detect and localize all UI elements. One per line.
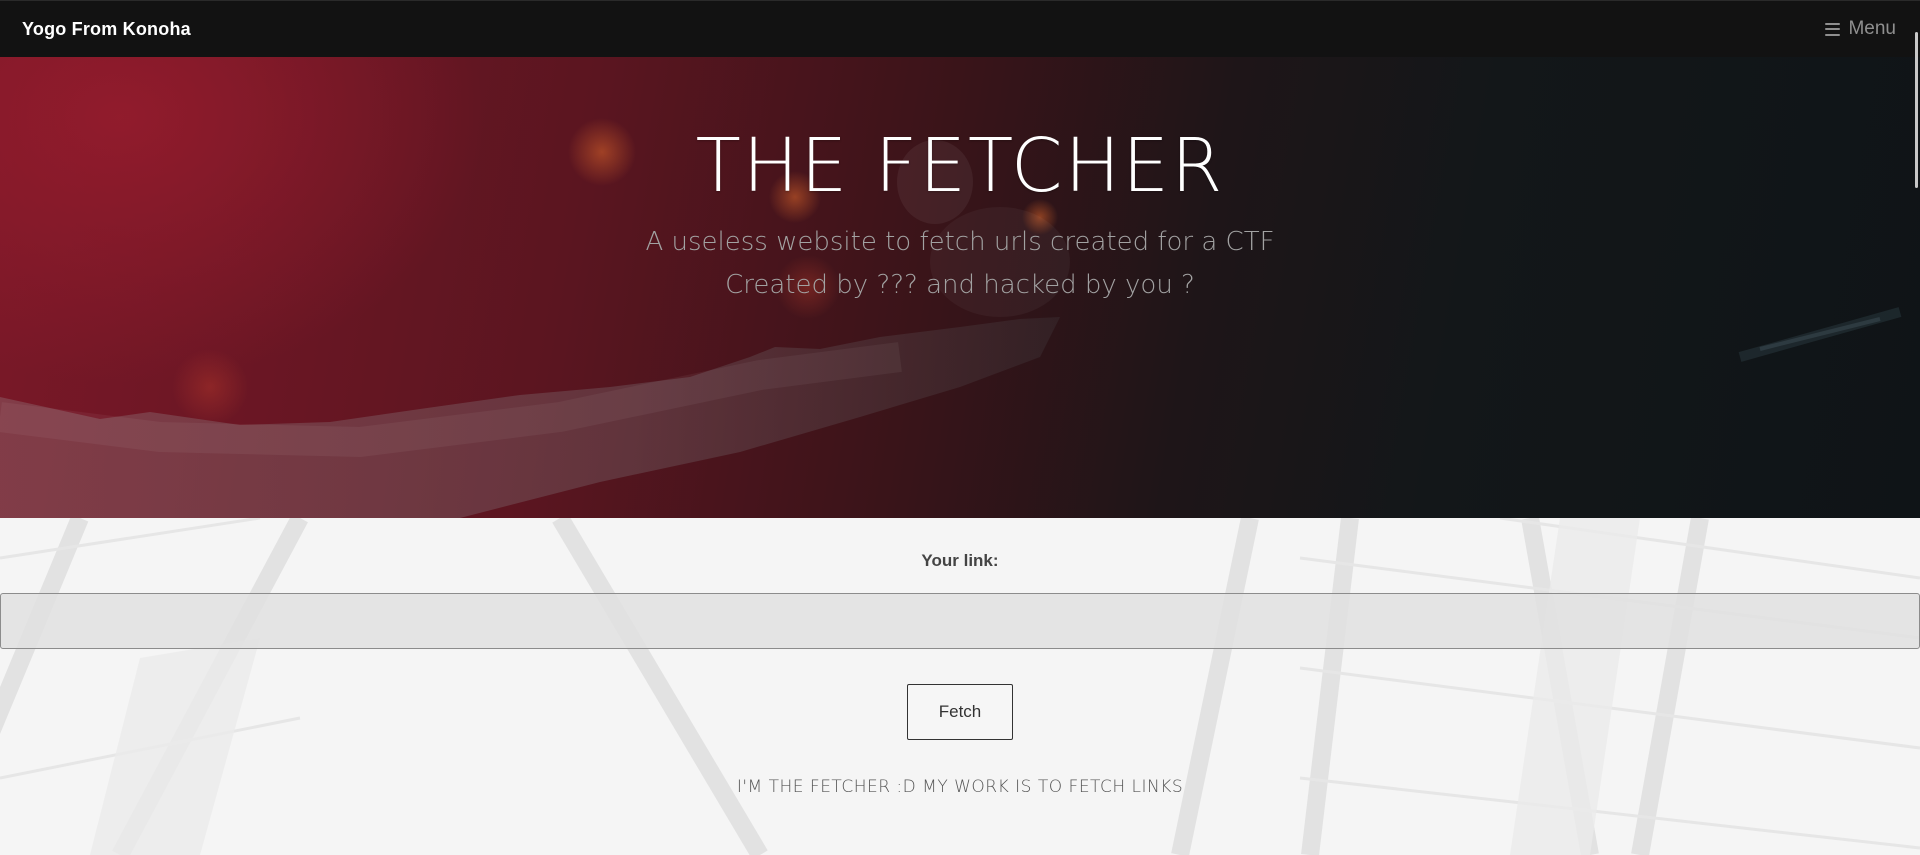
page-title: THE FETCHER bbox=[695, 123, 1225, 209]
link-input[interactable] bbox=[0, 593, 1920, 649]
hero-content: THE FETCHER A useless website to fetch u… bbox=[0, 57, 1920, 518]
scrollbar[interactable] bbox=[1912, 0, 1920, 855]
menu-label: Menu bbox=[1848, 18, 1896, 39]
hero-banner: THE FETCHER A useless website to fetch u… bbox=[0, 57, 1920, 518]
fetch-form-section: Your link: Fetch I'M THE FETCHER :D MY W… bbox=[0, 518, 1920, 855]
tagline: I'M THE FETCHER :D MY WORK IS TO FETCH L… bbox=[736, 777, 1184, 797]
hero-subtitle-line2: Created by ??? and hacked by you ? bbox=[725, 270, 1195, 300]
fetch-button[interactable]: Fetch bbox=[907, 684, 1013, 740]
top-navbar: Yogo From Konoha Menu bbox=[0, 0, 1920, 57]
link-field-label: Your link: bbox=[921, 551, 999, 570]
hero-subtitle-line1: A useless website to fetch urls created … bbox=[645, 227, 1275, 257]
brand-link[interactable]: Yogo From Konoha bbox=[22, 19, 191, 40]
menu-toggle-button[interactable]: Menu bbox=[1825, 18, 1896, 40]
hamburger-icon bbox=[1825, 22, 1841, 36]
scrollbar-thumb[interactable] bbox=[1915, 32, 1918, 188]
